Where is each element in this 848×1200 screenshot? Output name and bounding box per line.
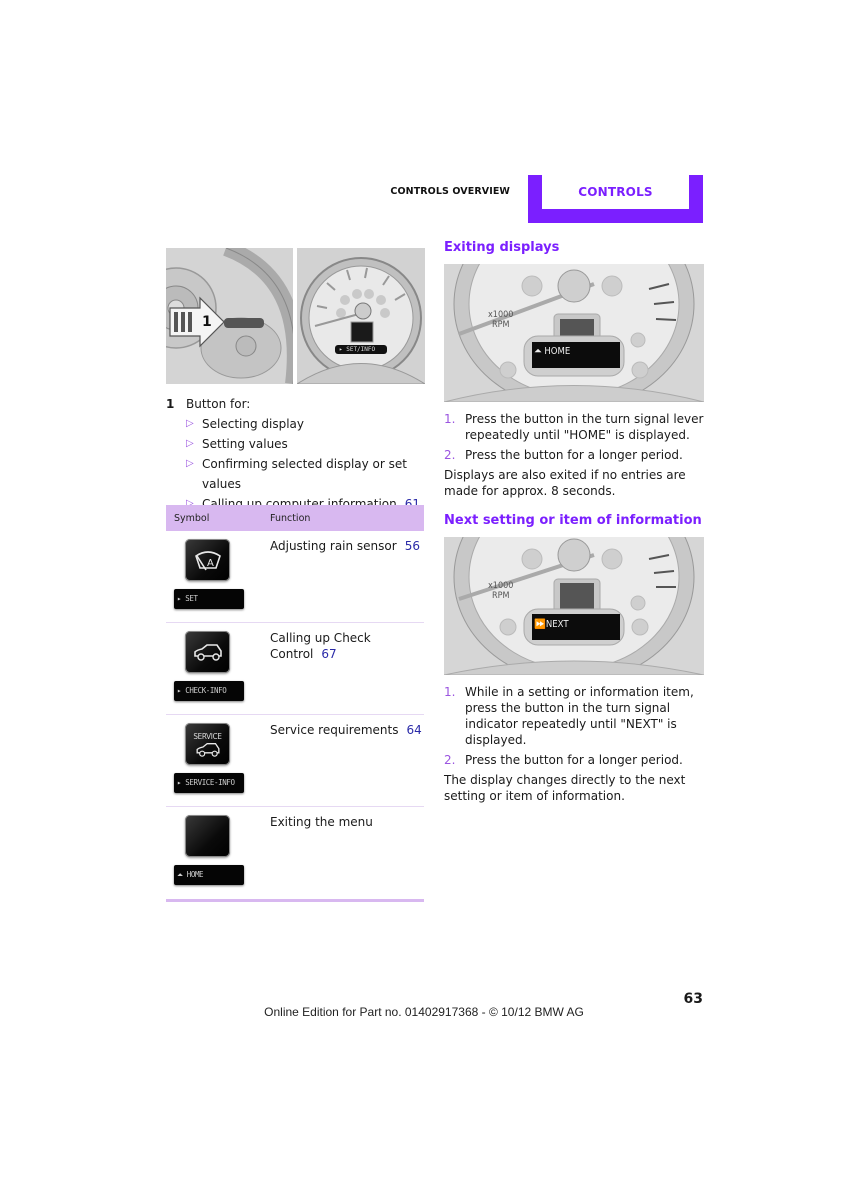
next-display-photo: x1000 RPM ⏩NEXT bbox=[444, 537, 704, 675]
legend-title: Button for: bbox=[186, 397, 251, 411]
rpm-label: x1000 RPM bbox=[488, 581, 514, 601]
home-display-photo: x1000 RPM ⏶ HOME bbox=[444, 264, 704, 402]
fast-forward-icon: ⏩ bbox=[534, 619, 546, 630]
table-row: ⏶ HOME Exiting the menu bbox=[166, 807, 424, 902]
lcd-check-info-display: ▸ CHECK-INFO bbox=[174, 681, 244, 701]
legend-item: ▷ Selecting display bbox=[186, 414, 431, 434]
column-header-symbol: Symbol bbox=[174, 512, 210, 524]
lcd-set-display: ▸ SET bbox=[174, 589, 244, 609]
exiting-instructions: 1. Press the button in the turn signal le… bbox=[444, 411, 706, 499]
symbol-function-table: Symbol Function A ▸ SET Adjusting rain s… bbox=[166, 505, 424, 902]
table-row: SERVICE ▸ SERVICE-INFO Service requireme… bbox=[166, 715, 424, 807]
function-text: Exiting the menu bbox=[270, 815, 373, 829]
svg-text:A: A bbox=[207, 558, 214, 569]
lcd-service-info-display: ▸ SERVICE-INFO bbox=[174, 773, 244, 793]
next-instructions: 1. While in a setting or information item… bbox=[444, 684, 706, 804]
lcd-home-text: ⏶ HOME bbox=[534, 346, 571, 357]
lcd-next-text: ⏩NEXT bbox=[534, 619, 569, 630]
table-row: ▸ CHECK-INFO Calling up Check Control 67 bbox=[166, 623, 424, 715]
steering-lever-photo: 1 bbox=[166, 248, 293, 384]
service-icon-label: SERVICE bbox=[193, 731, 222, 741]
home-arrow-icon: ⏶ bbox=[534, 346, 545, 357]
step-item: 2. Press the button for a longer period. bbox=[444, 448, 683, 462]
page-link[interactable]: 56 bbox=[405, 539, 420, 553]
rpm-label: x1000 RPM bbox=[488, 310, 514, 330]
rain-sensor-icon: A bbox=[185, 539, 230, 581]
exiting-displays-heading: Exiting displays bbox=[444, 240, 560, 255]
legend-item: ▷ Confirming selected display or set valu… bbox=[186, 454, 431, 494]
legend-number: 1 bbox=[166, 397, 175, 411]
callout-number: 1 bbox=[202, 314, 212, 330]
exiting-note: Displays are also exited if no entries a… bbox=[444, 468, 686, 498]
function-text: Service requirements bbox=[270, 723, 399, 737]
function-text: Adjusting rain sensor bbox=[270, 539, 397, 553]
table-row: A ▸ SET Adjusting rain sensor 56 bbox=[166, 531, 424, 623]
service-car-icon: SERVICE bbox=[185, 723, 230, 765]
button-legend: 1 Button for: ▷ Selecting display ▷ Setting… bbox=[166, 394, 431, 514]
chapter-tab: CONTROLS bbox=[528, 175, 703, 223]
legend-item: ▷ Setting values bbox=[186, 434, 431, 454]
chapter-tab-label: CONTROLS bbox=[542, 175, 689, 209]
triangle-bullet-icon: ▷ bbox=[186, 438, 194, 449]
triangle-bullet-icon: ▷ bbox=[186, 418, 194, 429]
next-note: The display changes directly to the next… bbox=[444, 773, 686, 803]
triangle-bullet-icon: ▷ bbox=[186, 458, 194, 469]
lcd-set-info-text: ▸ SET/INFO bbox=[339, 346, 376, 353]
edition-footer: Online Edition for Part no. 01402917368 … bbox=[264, 1005, 584, 1019]
page-link[interactable]: 67 bbox=[321, 647, 336, 661]
lcd-home-display: ⏶ HOME bbox=[174, 865, 244, 885]
car-check-icon bbox=[185, 631, 230, 673]
instrument-cluster-photo: ▸ SET/INFO bbox=[297, 248, 425, 384]
step-item: 1. While in a setting or information item… bbox=[444, 685, 694, 747]
step-item: 1. Press the button in the turn signal le… bbox=[444, 412, 704, 442]
page-link[interactable]: 64 bbox=[406, 723, 421, 737]
column-header-function: Function bbox=[270, 512, 311, 524]
blank-button-icon bbox=[185, 815, 230, 857]
table-header: Symbol Function bbox=[166, 505, 424, 531]
step-item: 2. Press the button for a longer period. bbox=[444, 753, 683, 767]
next-setting-heading: Next setting or item of information bbox=[444, 513, 702, 528]
section-title: CONTROLS OVERVIEW bbox=[390, 186, 510, 197]
